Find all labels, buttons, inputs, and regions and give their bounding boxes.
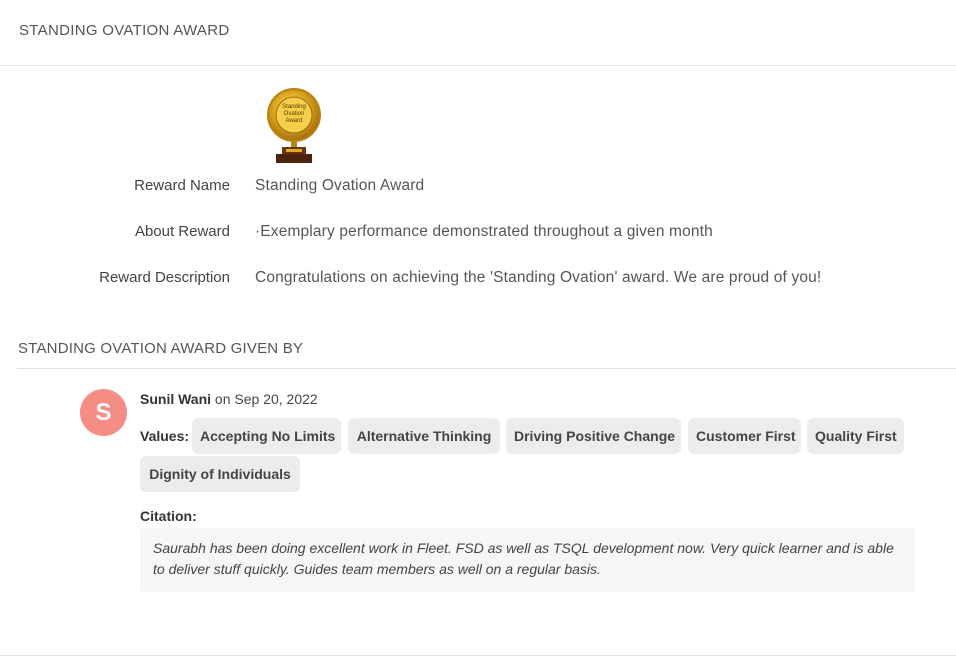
about-reward-value: ·Exemplary performance demonstrated thro… <box>255 223 713 240</box>
about-reward-label: About Reward <box>134 223 230 240</box>
page-title: STANDING OVATION AWARD <box>19 22 230 39</box>
given-by-section-title: STANDING OVATION AWARD GIVEN BY <box>18 340 304 357</box>
avatar[interactable]: S <box>80 389 127 436</box>
award-date: on Sep 20, 2022 <box>211 391 318 407</box>
reward-description-value: Congratulations on achieving the 'Standi… <box>255 269 822 286</box>
reward-name-value: Standing Ovation Award <box>255 177 425 194</box>
reward-description-label: Reward Description <box>99 269 230 286</box>
section-divider <box>17 368 956 369</box>
svg-text:Standing: Standing <box>282 104 306 110</box>
value-tag: Customer First <box>688 418 801 454</box>
value-tag: Accepting No Limits <box>192 418 341 454</box>
page-header: STANDING OVATION AWARD <box>0 0 956 66</box>
giver-line: Sunil Wani on Sep 20, 2022 <box>140 391 318 407</box>
value-tag: Quality First <box>807 418 904 454</box>
value-tag: Dignity of Individuals <box>140 456 300 492</box>
award-page: STANDING OVATION AWARD Standing Ovation … <box>0 0 956 662</box>
values-label: Values: <box>140 428 190 444</box>
value-tag: Driving Positive Change <box>506 418 681 454</box>
svg-text:Ovation: Ovation <box>284 111 305 117</box>
value-tag: Alternative Thinking <box>348 418 500 454</box>
trophy-medal-icon: Standing Ovation Award <box>267 88 321 163</box>
reward-name-label: Reward Name <box>134 177 230 194</box>
giver-name[interactable]: Sunil Wani <box>140 391 211 407</box>
svg-text:Award: Award <box>286 118 303 124</box>
citation-text: Saurabh has been doing excellent work in… <box>140 528 915 592</box>
bottom-divider <box>0 655 956 656</box>
citation-label: Citation: <box>140 508 197 524</box>
